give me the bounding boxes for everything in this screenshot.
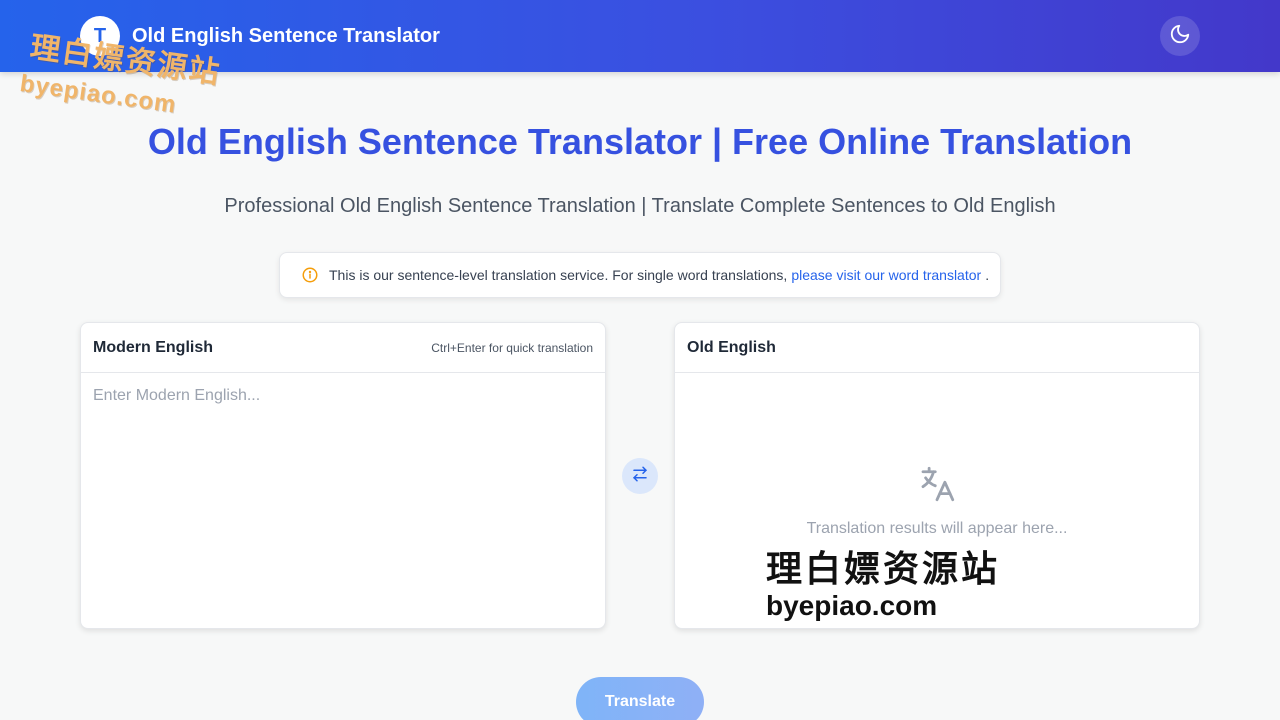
word-translator-link[interactable]: please visit our word translator [791, 267, 981, 283]
translation-placeholder-text: Translation results will appear here... [806, 520, 1068, 537]
app-title[interactable]: Old English Sentence Translator [132, 25, 440, 48]
notice-suffix: . [985, 267, 990, 283]
translation-empty-state: Translation results will appear here... [675, 463, 1199, 538]
watermark-center-cn: 理白嫖资源站 [766, 548, 1001, 589]
translate-button[interactable]: Translate [576, 677, 704, 720]
source-text-input[interactable] [81, 373, 605, 628]
notice-banner: This is our sentence-level translation s… [279, 252, 1001, 298]
swap-languages-button[interactable] [622, 458, 658, 494]
notice-text: This is our sentence-level translation s… [329, 267, 788, 283]
page-title: Old English Sentence Translator | Free O… [147, 121, 1133, 162]
shortcut-hint: Ctrl+Enter for quick translation [431, 340, 593, 355]
watermark-top-en: byepiao.com [18, 70, 179, 119]
watermark-center-en: byepiao.com [766, 590, 938, 621]
target-panel-header: Old English [675, 323, 1199, 373]
source-panel-header: Modern English Ctrl+Enter for quick tran… [81, 323, 605, 373]
page-subtitle: Professional Old English Sentence Transl… [224, 195, 1056, 217]
moon-icon [1169, 23, 1191, 50]
translate-icon [916, 463, 958, 510]
theme-toggle-button[interactable] [1160, 16, 1200, 56]
source-language-label: Modern English [93, 338, 213, 356]
logo[interactable]: T [80, 16, 120, 56]
info-icon [301, 266, 319, 284]
top-navbar: T Old English Sentence Translator [0, 0, 1280, 72]
source-panel: Modern English Ctrl+Enter for quick tran… [80, 322, 606, 629]
swap-arrows-icon [631, 465, 649, 488]
target-language-label: Old English [687, 338, 776, 356]
